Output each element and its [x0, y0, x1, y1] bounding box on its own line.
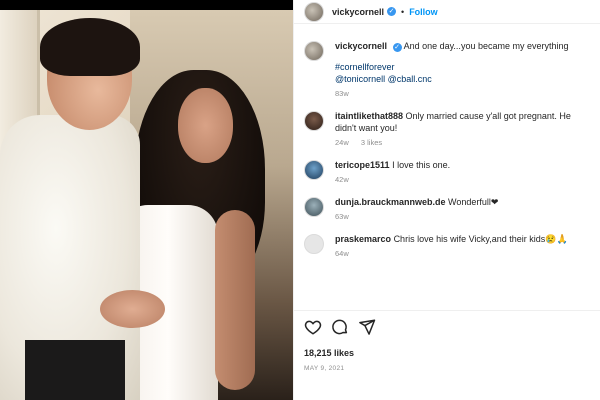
photo-woman-face [178, 88, 233, 163]
send-icon[interactable] [358, 318, 376, 336]
comment-time[interactable]: 24w [335, 138, 349, 147]
comment-likes[interactable]: 3 likes [361, 138, 382, 147]
author-avatar[interactable] [304, 1, 324, 22]
post-photo[interactable] [0, 10, 293, 400]
caption-time[interactable]: 83w [335, 89, 349, 98]
heart-icon[interactable] [304, 318, 322, 336]
comment-body: tericope1511 I love this one. 42w [335, 159, 450, 186]
comment-time[interactable]: 64w [335, 249, 349, 258]
comment-username[interactable]: praskemarco [335, 234, 391, 244]
post-header: vickycornell ✓ • Follow [294, 0, 600, 24]
verified-badge-icon: ✓ [392, 43, 402, 52]
photo-man-trousers [25, 340, 125, 400]
follow-button[interactable]: Follow [409, 7, 438, 17]
author-username[interactable]: vickycornell [332, 7, 384, 17]
photo-woman-arm [215, 210, 255, 390]
header-separator: • [401, 6, 405, 17]
verified-badge-icon: ✓ [387, 7, 397, 16]
caption-text: And one day...you became my everything [403, 41, 569, 51]
comment-text: Chris love his wife Vicky,and their kids… [393, 234, 568, 244]
post-date[interactable]: MAY 9, 2021 [304, 365, 344, 372]
comment-username[interactable]: dunja.brauckmannweb.de [335, 197, 446, 207]
comment-body: praskemarco Chris love his wife Vicky,an… [335, 233, 568, 260]
caption-row: vickycornell ✓ And one day...you became … [294, 40, 600, 100]
comment-body: itaintlikethat888 Only married cause y'a… [335, 110, 591, 149]
comment-body: dunja.brauckmannweb.de Wonderfull❤ 63w [335, 196, 498, 223]
comment-time[interactable]: 42w [335, 175, 349, 184]
comment-row: praskemarco Chris love his wife Vicky,an… [294, 233, 600, 260]
comments-list[interactable]: vickycornell ✓ And one day...you became … [294, 36, 600, 308]
comment-username[interactable]: tericope1511 [335, 160, 390, 170]
post-sidebar: vickycornell ✓ • Follow vickycornell ✓ A… [293, 0, 600, 400]
comment-row: dunja.brauckmannweb.de Wonderfull❤ 63w [294, 196, 600, 223]
likes-count[interactable]: 18,215 likes [304, 348, 354, 358]
user-avatar-icon[interactable] [304, 197, 324, 217]
top-bar [0, 0, 293, 10]
caption-mentions[interactable]: @tonicornell @cball.cnc [335, 73, 569, 85]
user-avatar-icon[interactable] [304, 160, 324, 180]
comment-time[interactable]: 63w [335, 212, 349, 221]
caption-avatar[interactable] [304, 41, 324, 61]
comment-icon[interactable] [331, 318, 349, 336]
photo-hand [100, 290, 165, 328]
actions-divider [294, 310, 600, 311]
user-avatar-icon[interactable] [304, 111, 324, 131]
comment-row: itaintlikethat888 Only married cause y'a… [294, 110, 600, 149]
comment-text: Wonderfull❤ [448, 197, 499, 207]
post-photo-panel [0, 0, 293, 400]
caption-username[interactable]: vickycornell [335, 41, 387, 51]
caption-hashtag[interactable]: #cornellforever [335, 61, 569, 73]
photo-man-hair [40, 18, 140, 76]
comment-username[interactable]: itaintlikethat888 [335, 111, 403, 121]
comment-row: tericope1511 I love this one. 42w [294, 159, 600, 186]
comment-text: I love this one. [392, 160, 451, 170]
default-avatar-icon[interactable] [304, 234, 324, 254]
post-actions [304, 318, 376, 336]
caption-body: vickycornell ✓ And one day...you became … [335, 40, 569, 100]
